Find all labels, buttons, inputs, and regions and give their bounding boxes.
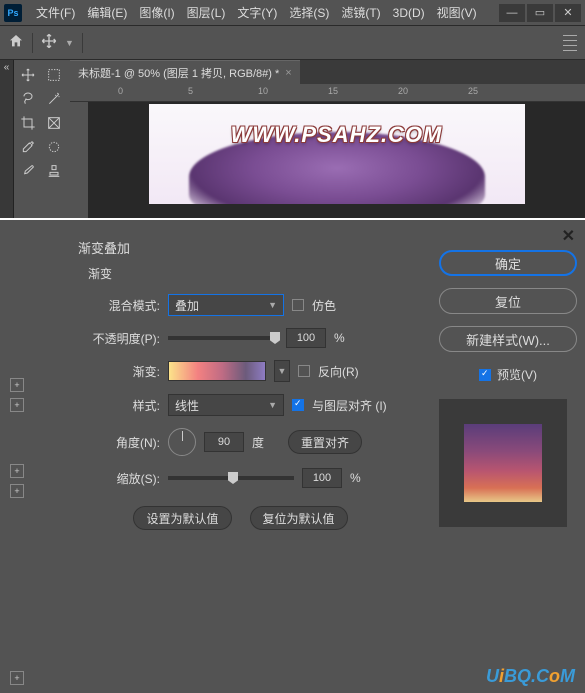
menu-filter[interactable]: 滤镜(T) (335, 1, 386, 24)
cancel-button[interactable]: 复位 (439, 288, 577, 314)
gradient-label: 渐变: (78, 363, 160, 380)
toolbox (14, 60, 70, 220)
image-watermark: WWW.PSAHZ.COM (149, 122, 525, 148)
divider (32, 33, 33, 53)
opacity-label: 不透明度(P): (78, 330, 160, 347)
effect-add-button[interactable]: + (10, 484, 24, 498)
set-default-button[interactable]: 设置为默认值 (133, 506, 231, 530)
percent-label: % (350, 471, 361, 485)
angle-dial[interactable] (168, 428, 196, 456)
style-dropdown[interactable]: 线性 ▼ (168, 394, 284, 416)
effect-add-button[interactable]: + (10, 378, 24, 392)
stamp-tool[interactable] (42, 160, 66, 182)
chevron-down-icon: ▼ (268, 400, 277, 410)
options-menu-icon[interactable] (563, 35, 577, 51)
heal-tool[interactable] (42, 136, 66, 158)
angle-label: 角度(N): (78, 434, 160, 451)
blend-mode-label: 混合模式: (78, 297, 160, 314)
ruler-horizontal: 0 5 10 15 20 25 (70, 84, 585, 102)
chevron-down-icon: ▼ (268, 300, 277, 310)
chevron-down-icon[interactable]: ▼ (65, 38, 74, 48)
lasso-tool[interactable] (16, 88, 40, 110)
layer-style-dialog: ✕ + + + + + 渐变叠加 渐变 混合模式: 叠加 ▼ 仿色 (0, 218, 585, 693)
marquee-tool[interactable] (42, 64, 66, 86)
style-label: 样式: (78, 397, 160, 414)
opacity-slider[interactable] (168, 336, 278, 340)
frame-tool[interactable] (42, 112, 66, 134)
ruler-vertical (70, 102, 88, 220)
menu-3d[interactable]: 3D(D) (387, 3, 431, 23)
menu-view[interactable]: 视图(V) (431, 1, 483, 24)
preview-thumbnail (439, 399, 567, 527)
crop-tool[interactable] (16, 112, 40, 134)
brush-tool[interactable] (16, 160, 40, 182)
canvas-image: WWW.PSAHZ.COM (149, 104, 525, 204)
dither-checkbox[interactable] (292, 299, 304, 311)
dither-label: 仿色 (312, 297, 336, 314)
wand-tool[interactable] (42, 88, 66, 110)
home-icon[interactable] (8, 33, 24, 52)
tab-close-icon[interactable]: × (285, 67, 291, 79)
blend-mode-dropdown[interactable]: 叠加 ▼ (168, 294, 284, 316)
window-maximize[interactable]: ▭ (527, 4, 553, 22)
degree-label: 度 (252, 434, 264, 451)
dialog-close-icon[interactable]: ✕ (562, 226, 575, 246)
effect-add-button[interactable]: + (10, 464, 24, 478)
menu-image[interactable]: 图像(I) (133, 1, 180, 24)
divider (82, 33, 83, 53)
gradient-preview[interactable] (168, 361, 266, 381)
reverse-label: 反向(R) (318, 363, 359, 380)
eyedropper-tool[interactable] (16, 136, 40, 158)
menu-edit[interactable]: 编辑(E) (81, 1, 133, 24)
window-close[interactable]: ✕ (555, 4, 581, 22)
align-label: 与图层对齐 (I) (312, 397, 387, 414)
align-checkbox[interactable] (292, 399, 304, 411)
menu-select[interactable]: 选择(S) (283, 1, 335, 24)
app-logo: Ps (4, 4, 22, 22)
reset-default-button[interactable]: 复位为默认值 (250, 506, 348, 530)
menu-file[interactable]: 文件(F) (30, 1, 81, 24)
move-tool[interactable] (16, 64, 40, 86)
reset-align-button[interactable]: 重置对齐 (288, 430, 362, 454)
percent-label: % (334, 331, 345, 345)
scale-input[interactable]: 100 (302, 468, 342, 488)
toolbox-collapse[interactable]: « (0, 60, 14, 220)
chevron-down-icon: ▼ (278, 366, 287, 376)
canvas[interactable]: WWW.PSAHZ.COM (88, 102, 585, 220)
menu-text[interactable]: 文字(Y) (231, 1, 283, 24)
reverse-checkbox[interactable] (298, 365, 310, 377)
scale-slider[interactable] (168, 476, 294, 480)
angle-input[interactable]: 90 (204, 432, 244, 452)
preview-label: 预览(V) (497, 366, 537, 383)
window-minimize[interactable]: — (499, 4, 525, 22)
effect-add-button[interactable]: + (10, 398, 24, 412)
section-title: 渐变叠加 (78, 238, 403, 257)
menu-layer[interactable]: 图层(L) (181, 1, 232, 24)
gradient-dropdown[interactable]: ▼ (274, 360, 290, 382)
scale-label: 缩放(S): (78, 470, 160, 487)
section-subtitle: 渐变 (88, 265, 403, 282)
preview-checkbox[interactable] (479, 369, 491, 381)
new-style-button[interactable]: 新建样式(W)... (439, 326, 577, 352)
site-watermark: UiBQ.CoM (486, 666, 575, 687)
document-tab[interactable]: 未标题-1 @ 50% (图层 1 拷贝, RGB/8#) * × (70, 60, 300, 85)
opacity-input[interactable]: 100 (286, 328, 326, 348)
document-tab-title: 未标题-1 @ 50% (图层 1 拷贝, RGB/8#) * (78, 65, 279, 81)
move-tool-icon[interactable] (41, 33, 57, 52)
effect-add-button[interactable]: + (10, 671, 24, 685)
ok-button[interactable]: 确定 (439, 250, 577, 276)
